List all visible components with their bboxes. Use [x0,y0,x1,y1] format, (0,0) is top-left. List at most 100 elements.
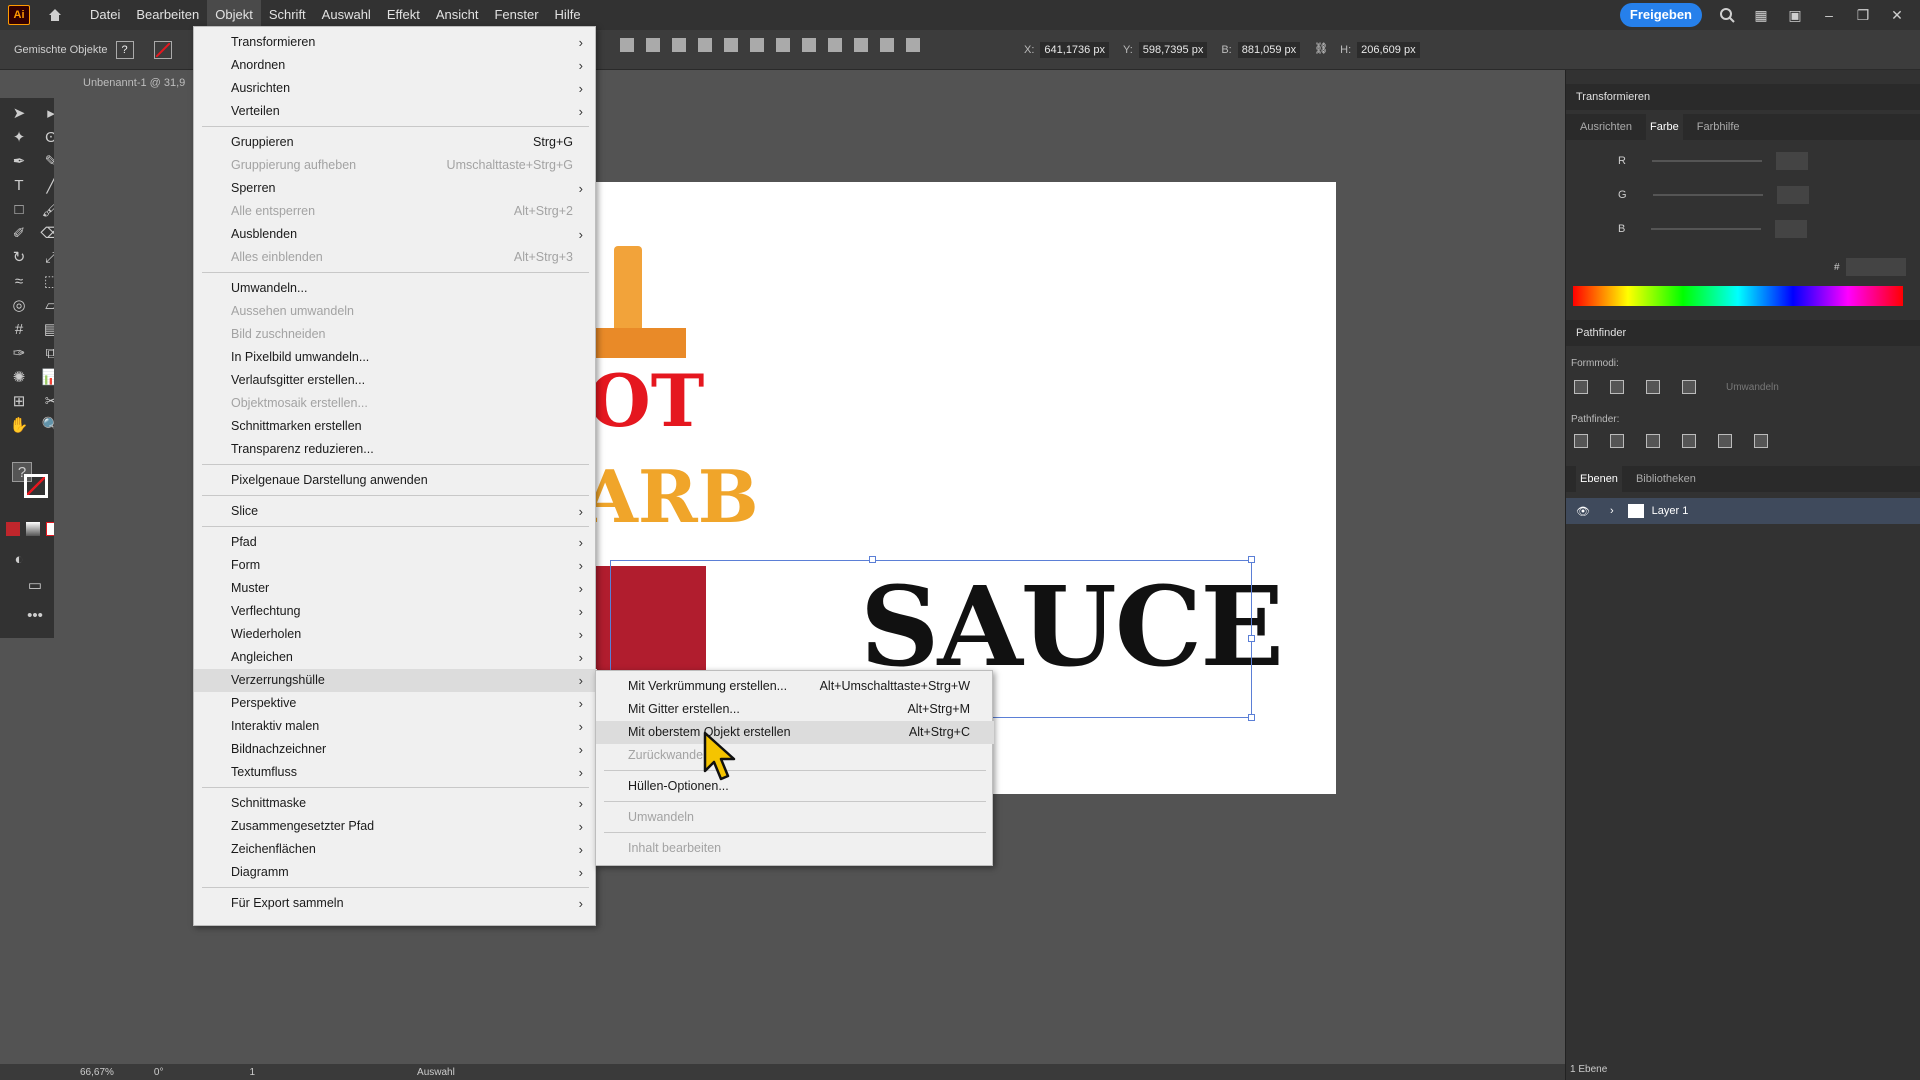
home-icon[interactable] [42,2,68,28]
tab-ebenen[interactable]: Ebenen [1576,466,1622,492]
unite-icon[interactable] [1574,380,1588,394]
menu-item-verflechtung[interactable]: Verflechtung › [194,600,597,623]
menu-item-verteilen[interactable]: Verteilen › [194,100,597,123]
minimize-icon[interactable]: – [1818,4,1840,26]
layer-row[interactable]: 👁 › Layer 1 [1566,498,1920,524]
menu-item-in-pixelbild-umwandeln[interactable]: In Pixelbild umwandeln... [194,346,597,369]
width-field[interactable]: 881,059 px [1237,42,1301,58]
menu-item-mit-oberstem-objekt-erstellen[interactable]: Mit oberstem Objekt erstellen Alt+Strg+C [596,721,994,744]
x-field[interactable]: 641,1736 px [1040,42,1109,58]
menu-item-sperren[interactable]: Sperren › [194,177,597,200]
link-proportions-icon[interactable]: ⛓ [1314,42,1328,58]
umwandeln-button[interactable]: Umwandeln [1726,382,1779,393]
menu-item-perspektive[interactable]: Perspektive › [194,692,597,715]
menu-item-transparenz-reduzieren[interactable]: Transparenz reduzieren... [194,438,597,461]
blue-slider[interactable]: B [1618,220,1918,238]
rectangle-tool-icon[interactable]: □ [8,198,30,220]
shaper-tool-icon[interactable]: ✐ [8,222,30,244]
menu-item-umwandeln[interactable]: Umwandeln... [194,277,597,300]
height-field[interactable]: 206,609 px [1357,42,1420,58]
menu-item-verlaufsgitter-erstellen[interactable]: Verlaufsgitter erstellen... [194,369,597,392]
symbol-sprayer-icon[interactable]: ✺ [8,366,30,388]
layer-name[interactable]: Layer 1 [1652,505,1689,517]
menu-item-mit-gitter-erstellen[interactable]: Mit Gitter erstellen... Alt+Strg+M [596,698,994,721]
zoom-level[interactable]: 66,67% [80,1067,114,1078]
menu-item-hüllen-optionen[interactable]: Hüllen-Optionen... [596,775,994,798]
menu-item-slice[interactable]: Slice › [194,500,597,523]
menu-item-interaktiv-malen[interactable]: Interaktiv malen › [194,715,597,738]
menu-item-verzerrungshülle[interactable]: Verzerrungshülle › [194,669,597,692]
pen-tool-icon[interactable]: ✒ [8,150,30,172]
selection-handle-top-right[interactable] [1248,556,1255,563]
selection-handle-top[interactable] [869,556,876,563]
menu-item-transformieren[interactable]: Transformieren › [194,31,597,54]
tab-farbe[interactable]: Farbe [1645,114,1683,140]
selection-tool-icon[interactable]: ➤ [8,102,30,124]
menu-item-diagramm[interactable]: Diagramm › [194,861,597,884]
stroke-color-icon[interactable] [24,474,48,498]
color-mode-icon[interactable] [6,522,20,536]
menu-item-ausblenden[interactable]: Ausblenden › [194,223,597,246]
menu-item-muster[interactable]: Muster › [194,577,597,600]
menu-item-anordnen[interactable]: Anordnen › [194,54,597,77]
warp-tool-icon[interactable]: ≈ [8,270,30,292]
align-middle-icon[interactable] [724,38,738,52]
hand-tool-icon[interactable]: ✋ [8,414,30,436]
distribute-bottom-icon[interactable] [828,38,842,52]
menu-item-gruppieren[interactable]: Gruppieren Strg+G [194,131,597,154]
menu-item-wiederholen[interactable]: Wiederholen › [194,623,597,646]
distribute-center-icon[interactable] [880,38,894,52]
selection-handle-right[interactable] [1248,635,1255,642]
fill-swatch-icon[interactable]: ? [115,40,134,59]
screen-mode-icon[interactable]: ▭ [24,574,46,596]
selection-handle-bottom-right[interactable] [1248,714,1255,721]
tab-farbhilfe[interactable]: Farbhilfe [1693,114,1744,140]
arrange-documents-icon[interactable]: ▣ [1784,4,1806,26]
menu-item-schnittmarken-erstellen[interactable]: Schnittmarken erstellen [194,415,597,438]
minus-front-icon[interactable] [1610,380,1624,394]
tab-ausrichten[interactable]: Ausrichten [1576,114,1636,140]
menu-item-zeichenflächen[interactable]: Zeichenflächen › [194,838,597,861]
menu-item-ausrichten[interactable]: Ausrichten › [194,77,597,100]
menu-item-bildnachzeichner[interactable]: Bildnachzeichner › [194,738,597,761]
expand-chevron-icon[interactable]: › [1610,505,1614,517]
tab-bibliotheken[interactable]: Bibliotheken [1632,466,1700,492]
pathfinder-panel-header[interactable]: Pathfinder [1566,320,1920,346]
menu-item-für-export-sammeln[interactable]: Für Export sammeln › [194,892,597,915]
menu-item-pfad[interactable]: Pfad › [194,531,597,554]
search-icon[interactable] [1716,4,1738,26]
y-field[interactable]: 598,7395 px [1138,42,1208,58]
draw-mode-icon[interactable]: ◐ [8,548,30,570]
eyedropper-icon[interactable]: ✑ [8,342,30,364]
artboard-number[interactable]: 1 [249,1067,255,1078]
align-center-icon[interactable] [646,38,660,52]
menu-item-angleichen[interactable]: Angleichen › [194,646,597,669]
shape-builder-icon[interactable]: ◎ [8,294,30,316]
menu-datei[interactable]: Datei [82,0,128,30]
status-mode[interactable]: Auswahl [417,1067,455,1078]
color-spectrum[interactable] [1573,286,1903,306]
distribute-left-icon[interactable] [854,38,868,52]
type-tool-icon[interactable]: T [8,174,30,196]
more-tools-icon[interactable]: ••• [24,604,46,626]
divide-icon[interactable] [1574,434,1588,448]
hex-field[interactable] [1846,258,1906,276]
transform-panel-header[interactable]: Transformieren [1566,84,1920,110]
document-tab[interactable]: Unbenannt-1 @ 31,9 [75,72,193,94]
restore-icon[interactable]: ❐ [1852,4,1874,26]
menu-item-form[interactable]: Form › [194,554,597,577]
stroke-swatch-icon[interactable] [153,40,172,59]
close-icon[interactable]: ✕ [1886,4,1908,26]
distribute-middle-icon[interactable] [802,38,816,52]
red-slider[interactable]: R [1618,152,1918,170]
menu-item-textumfluss[interactable]: Textumfluss › [194,761,597,784]
share-button[interactable]: Freigeben [1619,3,1702,27]
align-bottom-icon[interactable] [750,38,764,52]
menu-item-zusammengesetzter-pfad[interactable]: Zusammengesetzter Pfad › [194,815,597,838]
rotation-value[interactable]: 0° [154,1067,164,1078]
menu-item-schnittmaske[interactable]: Schnittmaske › [194,792,597,815]
outline-icon[interactable] [1718,434,1732,448]
intersect-icon[interactable] [1646,380,1660,394]
align-top-icon[interactable] [698,38,712,52]
exclude-icon[interactable] [1682,380,1696,394]
